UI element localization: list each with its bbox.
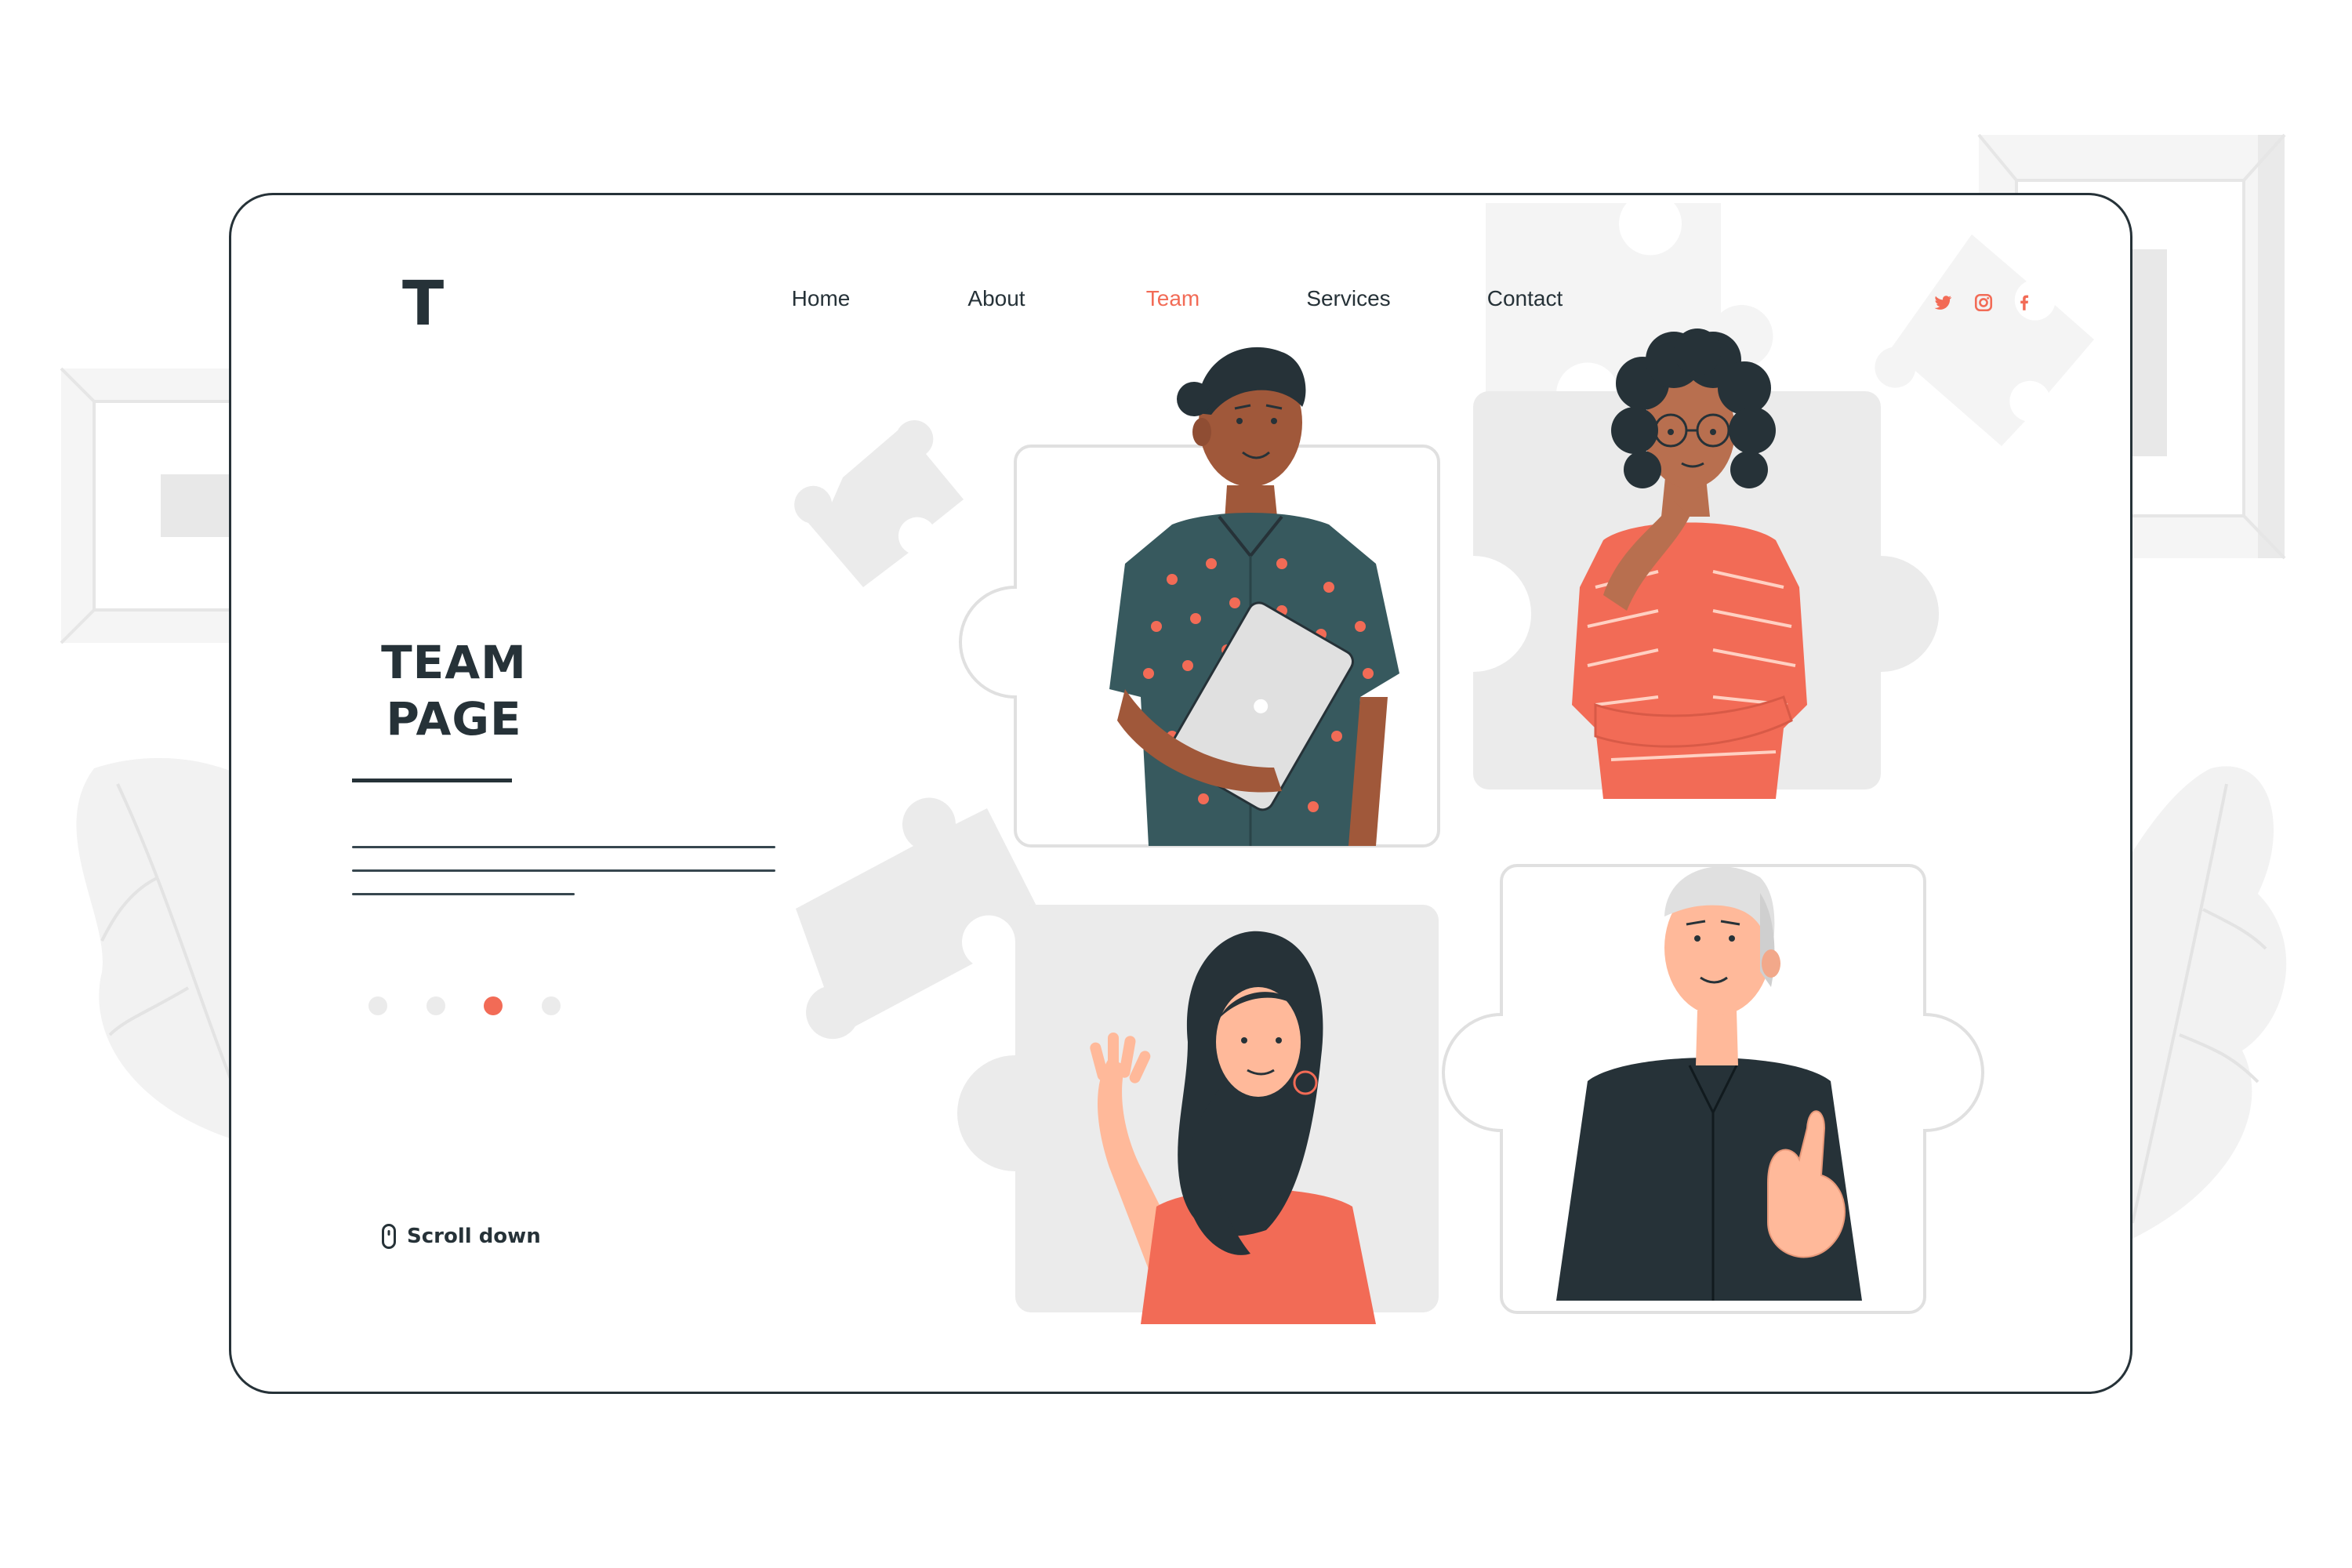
twitter-icon[interactable] [1933, 292, 1953, 313]
carousel-dot-4[interactable] [542, 996, 561, 1015]
carousel-dot-3[interactable] [484, 996, 503, 1015]
team-member-illustration-2 [1572, 328, 1807, 799]
nav-item-contact[interactable]: Contact [1487, 286, 1563, 311]
text-placeholder-line [352, 869, 775, 872]
nav-item-team[interactable]: Team [1146, 286, 1200, 311]
team-member-card-1[interactable] [1078, 328, 1439, 846]
scroll-down-button[interactable]: Scroll down [382, 1221, 541, 1252]
team-member-illustration-4 [1556, 866, 1862, 1301]
page-title: TEAM PAGE [352, 634, 556, 747]
facebook-icon[interactable] [2014, 292, 2034, 313]
team-member-card-2[interactable] [1517, 328, 1846, 799]
right-leaf-decoration [2117, 766, 2287, 1239]
team-member-card-4[interactable] [1533, 830, 1909, 1301]
nav-item-services[interactable]: Services [1306, 286, 1390, 311]
stage: T Home About Team Services Contact TEAM … [0, 0, 2352, 1568]
team-member-illustration-1 [1109, 347, 1399, 846]
mouse-icon [382, 1224, 396, 1249]
nav-item-home[interactable]: Home [792, 286, 851, 311]
page-title-line1: TEAM [381, 636, 527, 689]
team-member-illustration-3 [1090, 931, 1376, 1324]
title-underline [352, 779, 512, 782]
carousel-dot-2[interactable] [426, 996, 445, 1015]
text-placeholder-line [352, 846, 775, 848]
browser-window: T Home About Team Services Contact TEAM … [229, 193, 2132, 1394]
text-placeholder-line [352, 893, 575, 895]
site-logo[interactable]: T [402, 274, 444, 335]
page-title-line2: PAGE [386, 692, 522, 746]
instagram-icon[interactable] [1973, 292, 1994, 313]
carousel-dot-1[interactable] [368, 996, 387, 1015]
nav-item-about[interactable]: About [967, 286, 1025, 311]
scroll-down-label: Scroll down [407, 1225, 541, 1248]
team-member-card-3[interactable] [1062, 901, 1439, 1324]
